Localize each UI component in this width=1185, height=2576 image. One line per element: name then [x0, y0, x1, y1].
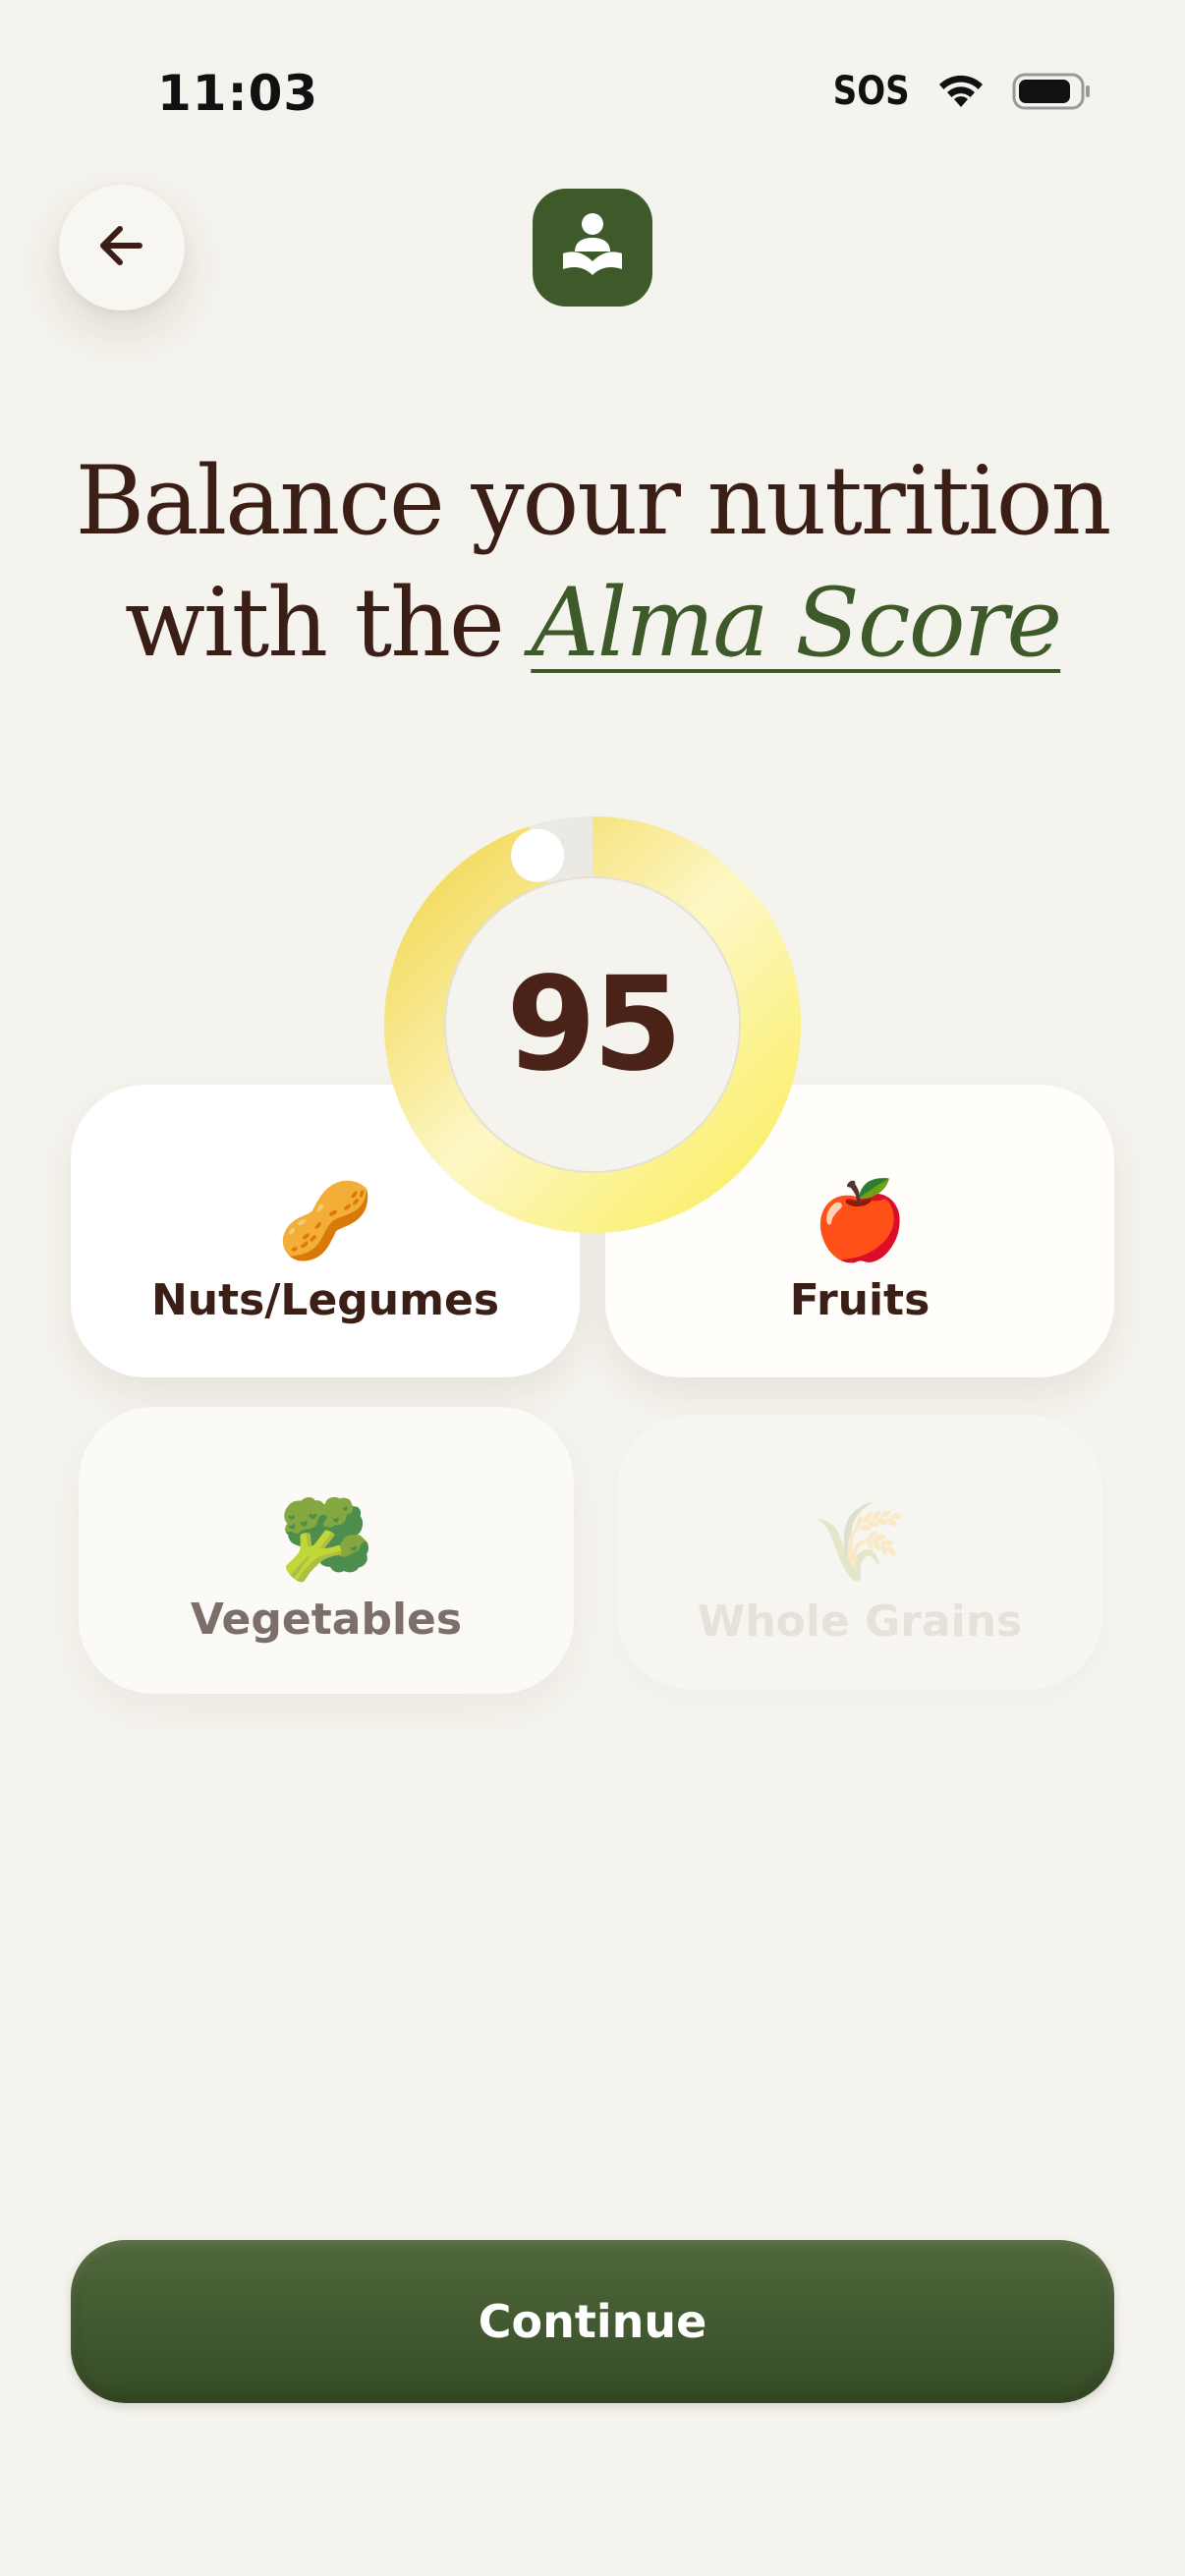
back-button[interactable]: [59, 185, 185, 310]
arrow-left-icon: [92, 216, 151, 279]
category-label: Whole Grains: [697, 1596, 1023, 1647]
headline-line1: Balance your nutrition: [75, 446, 1112, 556]
category-label: Nuts/Legumes: [150, 1274, 500, 1325]
sos-indicator: SOS: [833, 69, 910, 114]
apple-icon: 🍎: [812, 1176, 908, 1265]
app-logo: [533, 189, 652, 307]
status-icons: SOS: [819, 69, 1091, 114]
battery-icon: [1012, 72, 1091, 111]
score-value: 95: [506, 949, 683, 1100]
category-card-vegetables: 🥦 Vegetables: [79, 1407, 574, 1694]
continue-button[interactable]: Continue: [71, 2240, 1114, 2403]
status-time: 11:03: [157, 65, 319, 122]
peanut-icon: 🥜: [277, 1176, 373, 1265]
category-label: Fruits: [789, 1274, 931, 1325]
category-label: Vegetables: [190, 1594, 463, 1645]
score-ring: 95: [381, 813, 804, 1236]
wifi-icon: [935, 72, 987, 111]
wheat-icon: 🌾: [812, 1497, 908, 1587]
headline: Balance your nutrition with the Alma Sco…: [0, 440, 1185, 684]
headline-line2: with the Alma Score: [0, 562, 1185, 684]
category-card-whole-grains: 🌾 Whole Grains: [617, 1415, 1102, 1690]
broccoli-icon: 🥦: [278, 1495, 374, 1585]
alma-score-link: Alma Score: [531, 568, 1062, 678]
person-reading-book-icon: [553, 206, 632, 289]
headline-prefix: with the: [124, 568, 532, 678]
